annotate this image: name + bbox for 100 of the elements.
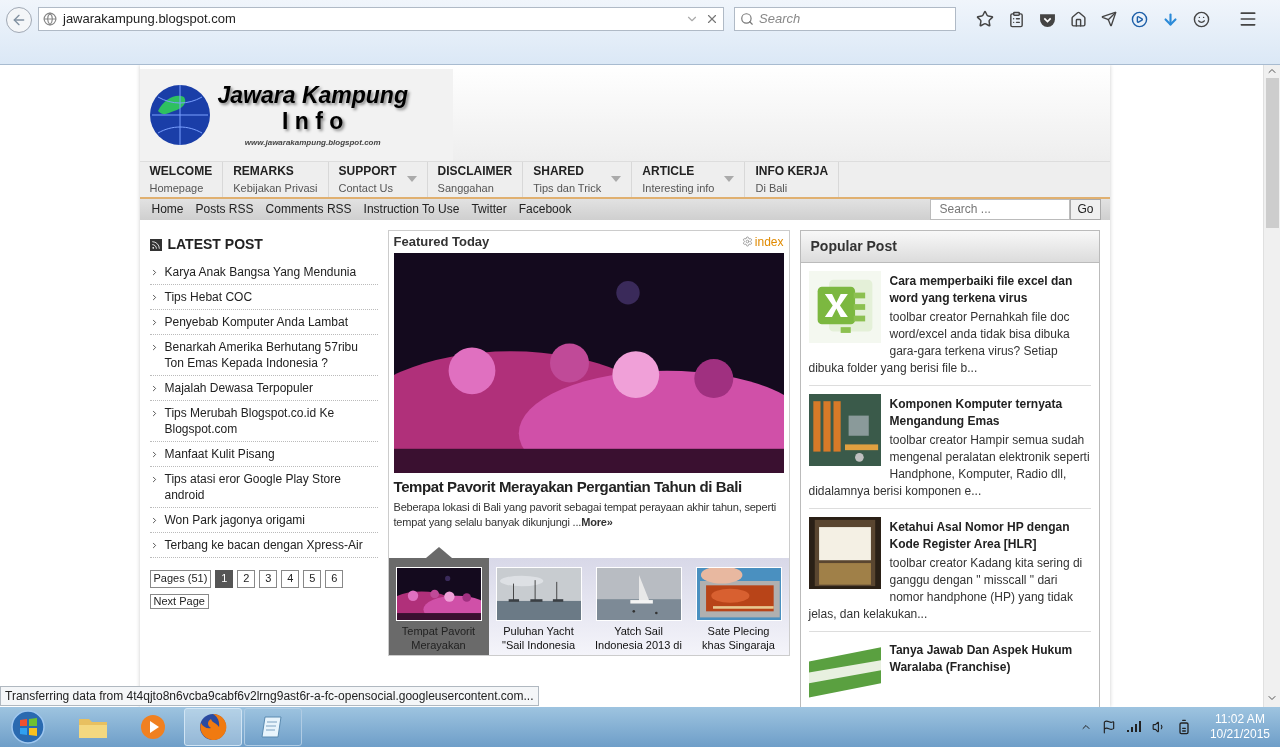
home-icon[interactable] [1070, 10, 1087, 28]
post-link[interactable]: Won Park jagonya origami [164, 511, 305, 528]
popular-post-title[interactable]: Tanya Jawab Dan Aspek Hukum Waralaba (Franchise) [808, 639, 1091, 676]
logo[interactable]: Jawara Kampung I n f o www.jawarakampung.blogspot.com [139, 69, 453, 161]
paper-plane-icon[interactable] [1101, 11, 1117, 27]
thumbnail-caption: Sate Plecing khas Singaraja [701, 623, 776, 652]
featured-summary: Beberapa lokasi di Bali yang pavorit sebagai tempat perayaan akhir tahun, seperti tempat yang selalu banyak dikunjungi ...More» [393, 499, 777, 530]
post-link[interactable]: Karya Anak Bangsa Yang Mendunia [164, 263, 357, 280]
thumbnail-item[interactable]: Puluhan Yacht "Sail Indonesia [488, 557, 589, 655]
post-link[interactable]: Tips atasi eror Google Play Store android [164, 470, 378, 503]
status-text: Transferring data from 4t4qjto8n6vcba9cabf6v2lrng9ast6r-a-fc-opensocial.googleusercontent.com... [5, 688, 534, 705]
page-link[interactable]: 4 [281, 569, 300, 588]
popular-post-title[interactable]: Ketahui Asal Nomor HP dengan Kode Register Area [HLR] [808, 516, 1091, 553]
pages-label[interactable]: Pages (51) [149, 569, 212, 588]
nav-subtitle: Homepage [149, 181, 205, 196]
sub-nav-link[interactable]: Comments RSS [265, 200, 352, 218]
thumbnail-caption: Yatch Sail Indonesia 2013 di [594, 623, 683, 652]
smiley-icon[interactable] [1193, 10, 1210, 28]
nav-item[interactable]: DISCLAIMER Sanggahan [427, 162, 524, 197]
nav-title: REMARKS [233, 163, 295, 180]
gear-icon [741, 236, 753, 247]
clock-date: 10/21/2015 [1209, 727, 1270, 742]
nav-item[interactable]: SUPPORT Contact Us [328, 162, 428, 197]
sub-nav-link[interactable]: Instruction To Use [363, 200, 460, 218]
popular-post-excerpt: toolbar creator Hampir semua sudah mengenal peralatan elektronik seperti Handphone, Komputer, Radio dll, didalamnya berisi komponen e... [808, 431, 1091, 500]
menu-icon[interactable] [1238, 9, 1258, 29]
thumbnail-caption: Puluhan Yacht "Sail Indonesia [501, 623, 576, 652]
nav-subtitle: Contact Us [338, 181, 394, 196]
thumbnail-item[interactable]: Yatch Sail Indonesia 2013 di [588, 557, 689, 655]
pointer-icon [425, 546, 452, 558]
nav-subtitle: Di Bali [755, 181, 789, 196]
nav-subtitle: Sanggahan [437, 181, 495, 196]
post-link[interactable]: Terbang ke bacan dengan Xpress-Air [164, 536, 363, 553]
popular-post-excerpt: toolbar creator Pernahkah file doc word/excel anda tidak bisa dibuka gara-gara terkena virus? Setiap dibuka folder yang berisi file b... [808, 308, 1071, 377]
thumbnail-caption: Tempat Pavorit Merayakan [400, 623, 477, 652]
signal-icon[interactable] [1125, 721, 1142, 733]
thumbnail-item[interactable]: Sate Plecing khas Singaraja [688, 557, 789, 655]
search-placeholder: Search ... [939, 201, 991, 218]
globe-icon [43, 12, 57, 26]
popular-post-title[interactable]: Komponen Komputer ternyata Mengandung Emas [808, 393, 1091, 430]
post-link[interactable]: Tips Merubah Blogspot.co.id Ke Blogspot.com [164, 404, 378, 437]
nav-item[interactable]: REMARKS Kebijakan Privasi [223, 162, 329, 197]
search-placeholder: Search [759, 10, 801, 29]
featured-title: Featured Today [393, 232, 490, 251]
caret-icon [724, 176, 735, 183]
more-link[interactable]: More» [581, 515, 613, 528]
taskbar-app[interactable] [184, 708, 242, 746]
popular-post-title[interactable]: Cara memperbaiki file excel dan word yang terkena virus [808, 270, 1091, 307]
post-link[interactable]: Manfaat Kulit Pisang [164, 445, 275, 462]
page-link[interactable]: 3 [259, 569, 278, 588]
nav-item[interactable]: INFO KERJA Di Bali [745, 162, 840, 197]
post-link[interactable]: Majalah Dewasa Terpopuler [164, 379, 314, 396]
scrollbar[interactable] [1263, 65, 1280, 707]
url-text: jawarakampung.blogspot.com [63, 10, 237, 29]
sub-nav-link[interactable]: Facebook [518, 200, 572, 218]
media-player-icon [140, 714, 166, 740]
nav-title: ARTICLE [642, 163, 696, 180]
next-page-link[interactable]: Next Page [149, 593, 209, 609]
clock-time: 11:02 AM [1215, 712, 1265, 727]
nav-subtitle: Kebijakan Privasi [233, 181, 318, 196]
scrollbar-thumb[interactable] [1265, 78, 1279, 228]
post-link[interactable]: Penyebab Komputer Anda Lambat [164, 313, 348, 330]
logo-url: www.jawarakampung.blogspot.com [244, 136, 381, 149]
search-field[interactable]: Search [734, 7, 956, 31]
nav-item[interactable]: SHARED Tips dan Trick [523, 162, 633, 197]
section-title: LATEST POST [167, 235, 263, 254]
post-link[interactable]: Benarkah Amerika Berhutang 57ribu Ton Emas Kepada Indonesia ? [164, 338, 378, 371]
logo-subtitle: I n f o [282, 107, 344, 134]
nav-title: SUPPORT [338, 163, 397, 180]
nav-item[interactable]: WELCOME Homepage [139, 162, 224, 197]
page-link[interactable]: 6 [325, 569, 344, 588]
popular-title: Popular Post [810, 236, 897, 256]
sub-nav-link[interactable]: Home [151, 200, 184, 218]
featured-headline[interactable]: Tempat Pavorit Merayakan Pergantian Tahun di Bali [393, 476, 784, 497]
close-icon[interactable] [705, 12, 719, 26]
go-button[interactable]: Go [1070, 198, 1101, 220]
nav-title: INFO KERJA [755, 163, 829, 180]
search-field[interactable]: Search ... [930, 198, 1071, 220]
sub-nav-link[interactable]: Twitter [471, 200, 507, 218]
nav-item[interactable]: ARTICLE Interesting info [632, 162, 746, 197]
caret-icon [406, 176, 417, 183]
flag-icon[interactable] [1101, 720, 1116, 734]
post-link[interactable]: Tips Hebat COC [164, 288, 253, 305]
caret-icon [611, 176, 622, 183]
bookmark-star-icon[interactable] [976, 10, 994, 28]
play-icon[interactable] [1131, 10, 1148, 28]
globe-logo-icon [147, 83, 212, 147]
nav-subtitle: Tips dan Trick [533, 181, 602, 196]
logo-title: Jawara Kampung [217, 81, 408, 108]
nav-subtitle: Interesting info [642, 181, 715, 196]
page-link[interactable]: 5 [303, 569, 322, 588]
address-bar[interactable]: jawarakampung.blogspot.com [38, 7, 724, 31]
clipboard-icon[interactable] [1008, 10, 1025, 28]
popular-post-excerpt: toolbar creator Kadang kita sering di ganggu dengan " misscall " dari nomor handphone (HP) yang tidak jelas, dan kelakukan... [808, 554, 1084, 623]
sub-nav-link[interactable]: Posts RSS [195, 200, 254, 218]
page-link[interactable]: 1 [215, 569, 234, 588]
firefox-icon [199, 713, 227, 741]
page-link[interactable]: 2 [237, 569, 256, 588]
download-icon[interactable] [1162, 10, 1179, 28]
start-button[interactable] [8, 709, 48, 745]
